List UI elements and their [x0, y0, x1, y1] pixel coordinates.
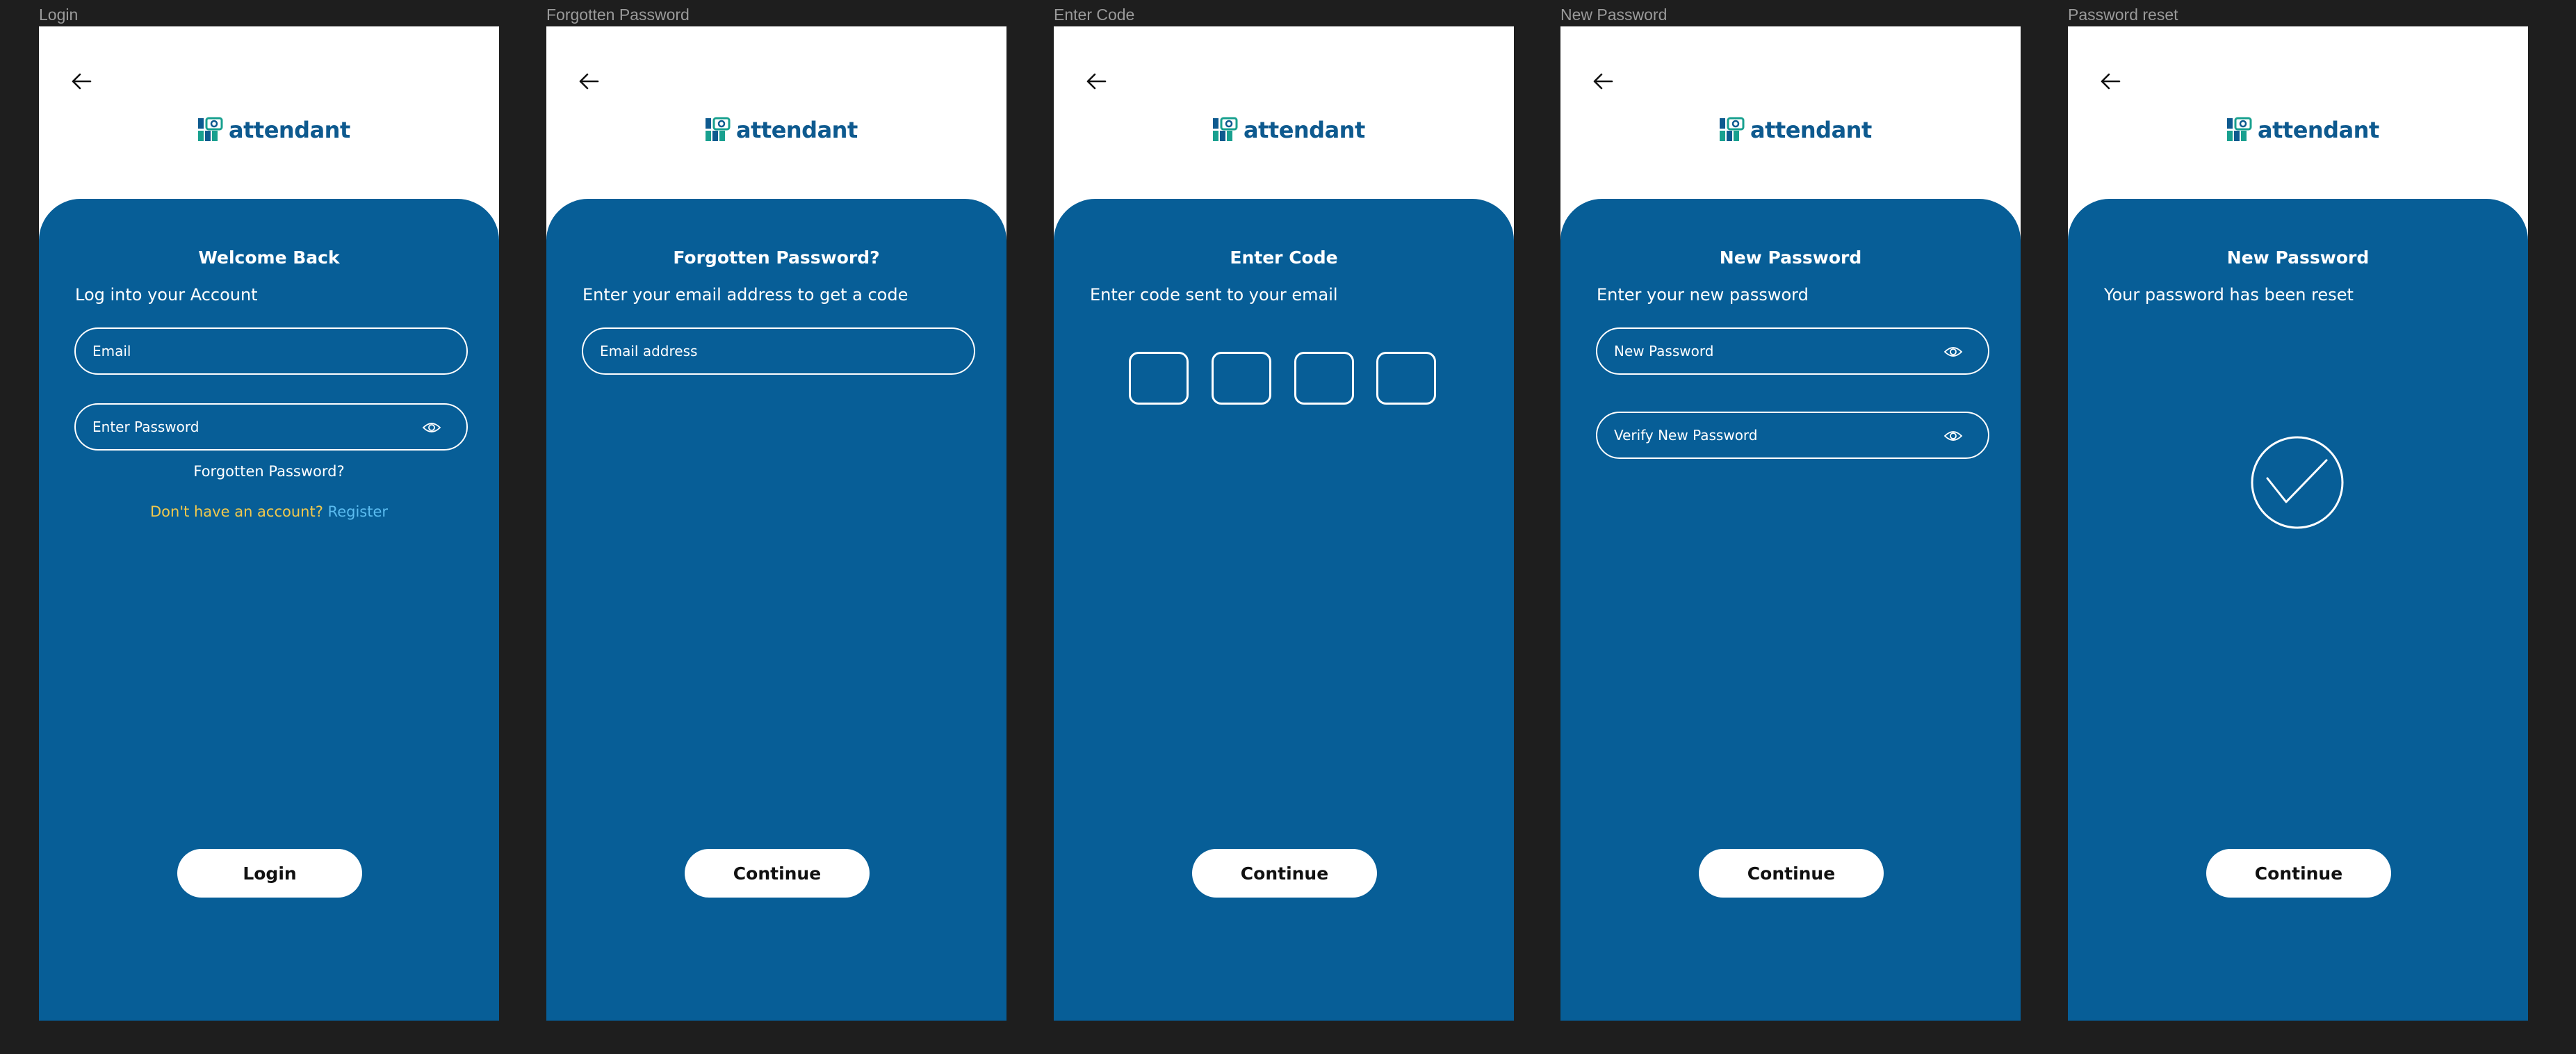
password-reset-panel: New Password Your password has been rese… [2068, 199, 2528, 1021]
continue-button[interactable]: Continue [1192, 849, 1377, 898]
back-arrow-icon[interactable] [70, 70, 93, 93]
attendant-logo-icon [198, 117, 223, 141]
eye-icon[interactable] [1943, 428, 1963, 444]
login-panel: Welcome Back Log into your Account Email… [39, 199, 499, 1021]
new-password-screen: attendant New Password Enter your new pa… [1560, 26, 2021, 1021]
password-placeholder: Enter Password [92, 419, 199, 435]
checkmark-circle-icon [2251, 436, 2344, 529]
login-button[interactable]: Login [177, 849, 362, 898]
continue-button[interactable]: Continue [2206, 849, 2391, 898]
code-digit-1[interactable] [1129, 352, 1189, 405]
register-row: Don't have an account? Register [39, 503, 499, 520]
email-address-placeholder: Email address [600, 343, 698, 359]
logo-text: attendant [1750, 117, 1872, 143]
attendant-logo-icon [1720, 117, 1745, 141]
frame-label-password-reset: Password reset [2068, 6, 2178, 24]
forgot-password-link[interactable]: Forgotten Password? [39, 463, 499, 480]
attendant-logo-icon [1213, 117, 1238, 141]
frame-label-new-password: New Password [1560, 6, 1668, 24]
logo-text: attendant [736, 117, 858, 143]
register-link[interactable]: Register [328, 503, 388, 520]
page-title: New Password [2226, 248, 2370, 268]
eye-icon[interactable] [422, 420, 441, 435]
back-arrow-icon[interactable] [577, 70, 601, 93]
new-password-panel: New Password Enter your new password New… [1560, 199, 2021, 1021]
page-subtitle: Enter your email address to get a code [582, 285, 908, 305]
page-title: Enter Code [1230, 248, 1338, 268]
code-digit-2[interactable] [1212, 352, 1271, 405]
frame-label-login: Login [39, 6, 79, 24]
logo-text: attendant [1244, 117, 1365, 143]
back-arrow-icon[interactable] [1591, 70, 1615, 93]
verify-password-placeholder: Verify New Password [1614, 427, 1758, 444]
register-prompt: Don't have an account? [149, 503, 323, 520]
frame-label-enter-code: Enter Code [1054, 6, 1135, 24]
attendant-logo-icon [706, 117, 731, 141]
attendant-logo-icon [2227, 117, 2252, 141]
login-screen: attendant Welcome Back Log into your Acc… [39, 26, 499, 1021]
back-arrow-icon[interactable] [1084, 70, 1108, 93]
password-field[interactable]: Enter Password [74, 403, 468, 451]
logo: attendant [706, 115, 858, 145]
continue-button[interactable]: Continue [1699, 849, 1884, 898]
password-reset-screen: attendant New Password Your password has… [2068, 26, 2528, 1021]
page-subtitle: Enter code sent to your email [1090, 285, 1338, 305]
logo: attendant [198, 115, 350, 145]
email-address-field[interactable]: Email address [582, 327, 975, 375]
logo: attendant [1720, 115, 1872, 145]
email-placeholder: Email [92, 343, 131, 359]
verify-password-field[interactable]: Verify New Password [1596, 412, 1989, 459]
page-subtitle: Log into your Account [75, 285, 258, 305]
logo-text: attendant [2258, 117, 2379, 143]
back-arrow-icon[interactable] [2098, 70, 2122, 93]
email-field[interactable]: Email [74, 327, 468, 375]
new-password-field[interactable]: New Password [1596, 327, 1989, 375]
enter-code-panel: Enter Code Enter code sent to your email… [1054, 199, 1514, 1021]
eye-icon[interactable] [1943, 344, 1963, 359]
page-subtitle: Your password has been reset [2104, 285, 2354, 305]
logo: attendant [1213, 115, 1365, 145]
logo: attendant [2227, 115, 2379, 145]
code-digit-3[interactable] [1294, 352, 1354, 405]
page-title: Forgotten Password? [673, 248, 880, 268]
page-title: Welcome Back [198, 248, 340, 268]
code-digit-4[interactable] [1376, 352, 1436, 405]
continue-button[interactable]: Continue [685, 849, 870, 898]
forgotten-password-screen: attendant Forgotten Password? Enter your… [546, 26, 1006, 1021]
page-title: New Password [1719, 248, 1862, 268]
page-subtitle: Enter your new password [1597, 285, 1809, 305]
new-password-placeholder: New Password [1614, 343, 1714, 359]
logo-text: attendant [229, 117, 350, 143]
frame-label-forgotten-password: Forgotten Password [546, 6, 690, 24]
enter-code-screen: attendant Enter Code Enter code sent to … [1054, 26, 1514, 1021]
forgotten-password-panel: Forgotten Password? Enter your email add… [546, 199, 1006, 1021]
